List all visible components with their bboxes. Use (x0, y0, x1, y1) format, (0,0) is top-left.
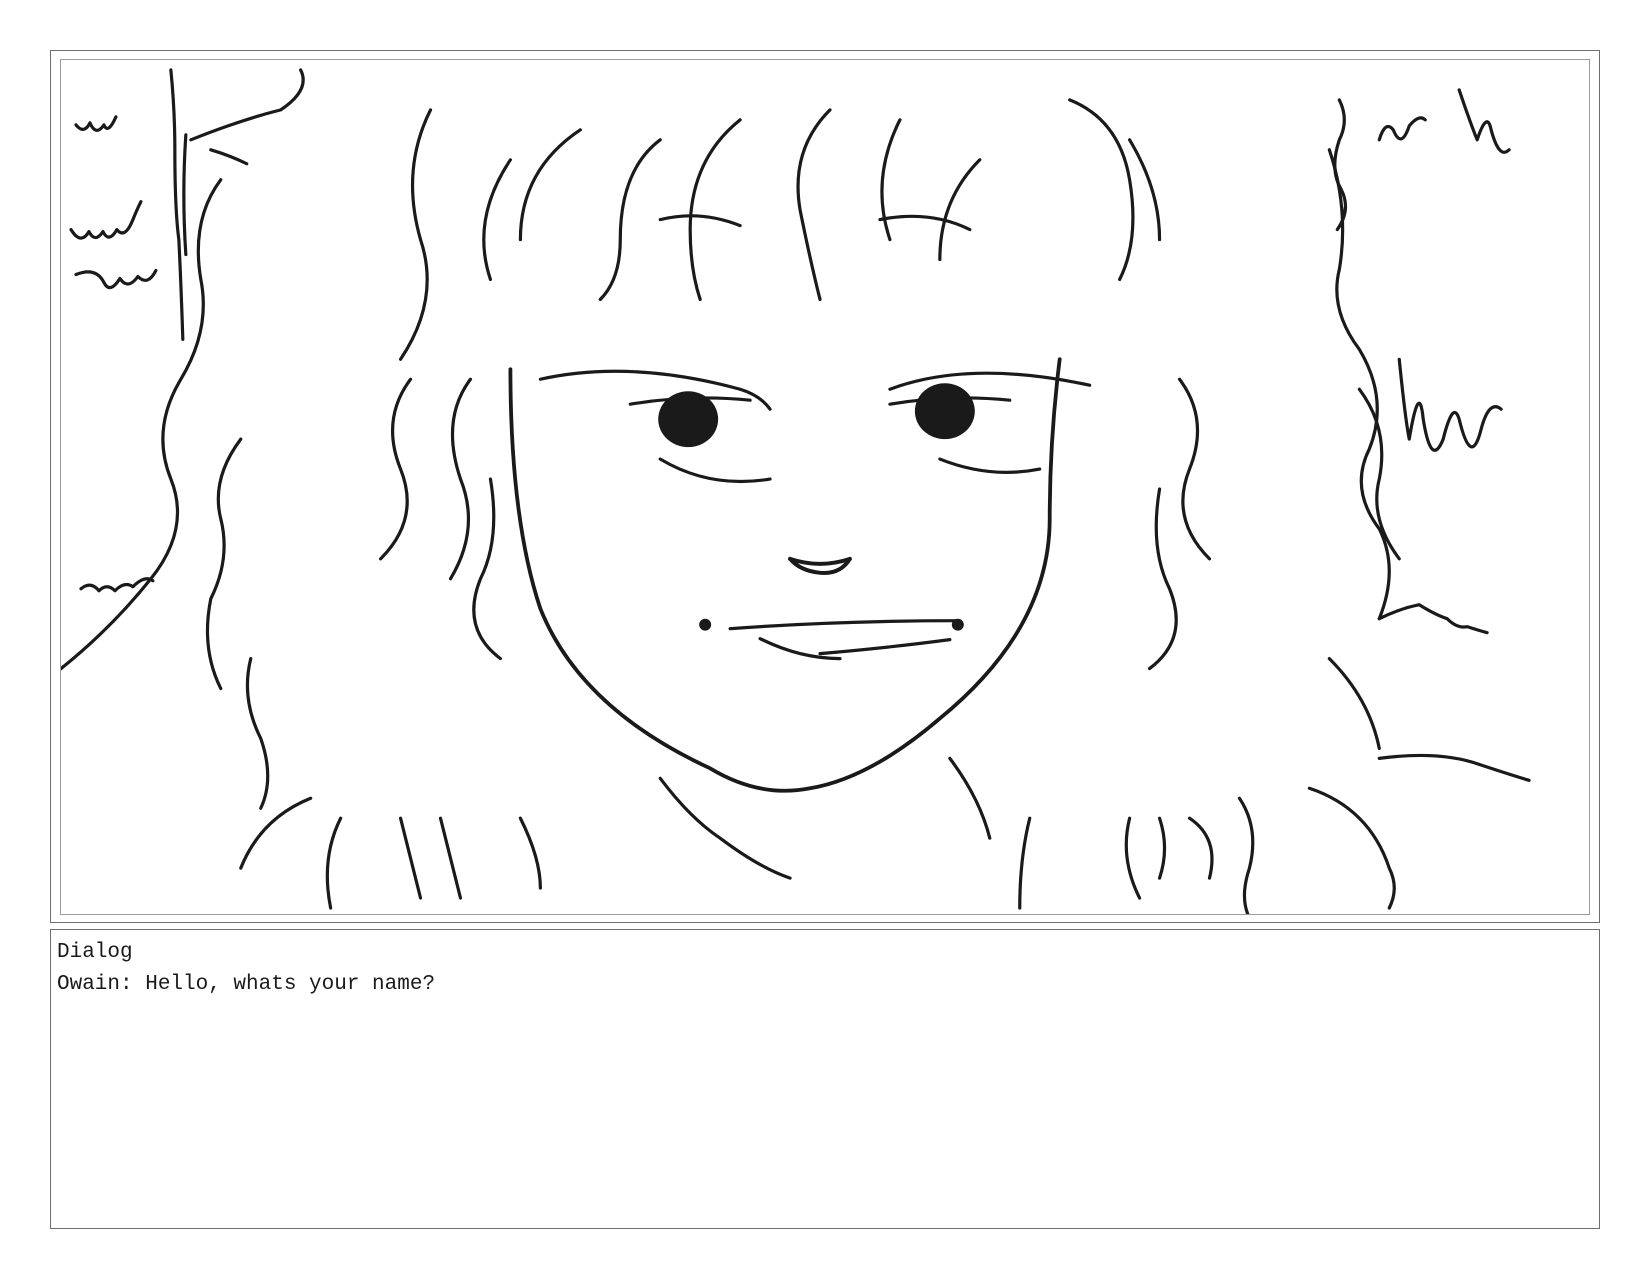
foliage-stroke (182, 133, 188, 257)
foliage-stroke (1397, 357, 1503, 452)
hair-curl (518, 128, 582, 242)
foliage-stroke (74, 268, 158, 290)
hair-outline (61, 178, 223, 671)
mouth (758, 637, 842, 661)
hair-outline (1237, 796, 1255, 914)
hair-outline (205, 437, 243, 691)
collar (1018, 816, 1032, 910)
hair-curl (398, 108, 433, 361)
hair-outline (1307, 786, 1396, 910)
hair-curl (880, 118, 902, 242)
scene-image (60, 59, 1590, 915)
character-sketch (61, 68, 1531, 914)
under-eye-line (658, 457, 772, 484)
hair-lock (378, 377, 413, 561)
hair-lock (1177, 377, 1212, 561)
hair-outline (1124, 816, 1142, 900)
right-pupil (914, 383, 975, 440)
hair-outline (239, 796, 313, 870)
hair-curl (688, 118, 742, 302)
face-outline (508, 357, 1062, 793)
hair-curl (938, 158, 982, 262)
mouth-dimple (699, 618, 712, 631)
hair-outline (325, 816, 343, 910)
hair-lock (448, 377, 473, 581)
hair-outline (398, 816, 423, 900)
dialog-heading: Dialog (57, 941, 133, 964)
hair-outline (518, 816, 542, 890)
mouth (728, 619, 962, 631)
foliage-stroke (69, 200, 143, 240)
hair-outline (1327, 657, 1381, 750)
foliage-stroke (1377, 753, 1531, 782)
hair-lock (472, 477, 503, 661)
foliage-stroke (74, 115, 118, 132)
hair-lock (1147, 487, 1178, 671)
mouth-dimple (951, 618, 964, 631)
left-eyelid (538, 369, 772, 411)
collar (658, 776, 792, 880)
nose (788, 556, 852, 576)
hair-outline (245, 657, 270, 810)
hair-curl (482, 158, 513, 282)
foliage-stroke (1377, 603, 1489, 635)
hair-curl (796, 108, 832, 302)
foliage-stroke (169, 68, 185, 341)
hair-outline (1357, 387, 1401, 561)
hair-outline (1187, 816, 1214, 880)
hair-outline (438, 816, 463, 900)
hair-outline (1157, 816, 1167, 880)
foliage-stroke (1377, 116, 1427, 142)
dialog-line: Owain: Hello, whats your name? (57, 973, 436, 996)
foliage-stroke (1333, 98, 1348, 232)
left-pupil (658, 391, 719, 448)
hair-curl (1068, 98, 1135, 282)
collar (948, 756, 992, 840)
eyebrow (878, 214, 972, 232)
foliage-stroke (1457, 88, 1511, 154)
foliage-stroke (189, 68, 305, 142)
hair-outline (1327, 148, 1391, 621)
mouth (818, 638, 952, 656)
dialog-box: Dialog Owain: Hello, whats your name? (50, 929, 1600, 1229)
hair-curl (598, 138, 662, 302)
eyebrow (658, 214, 742, 228)
under-eye-line (938, 457, 1042, 474)
right-eyelid (888, 371, 1092, 391)
foliage-stroke (209, 148, 249, 166)
